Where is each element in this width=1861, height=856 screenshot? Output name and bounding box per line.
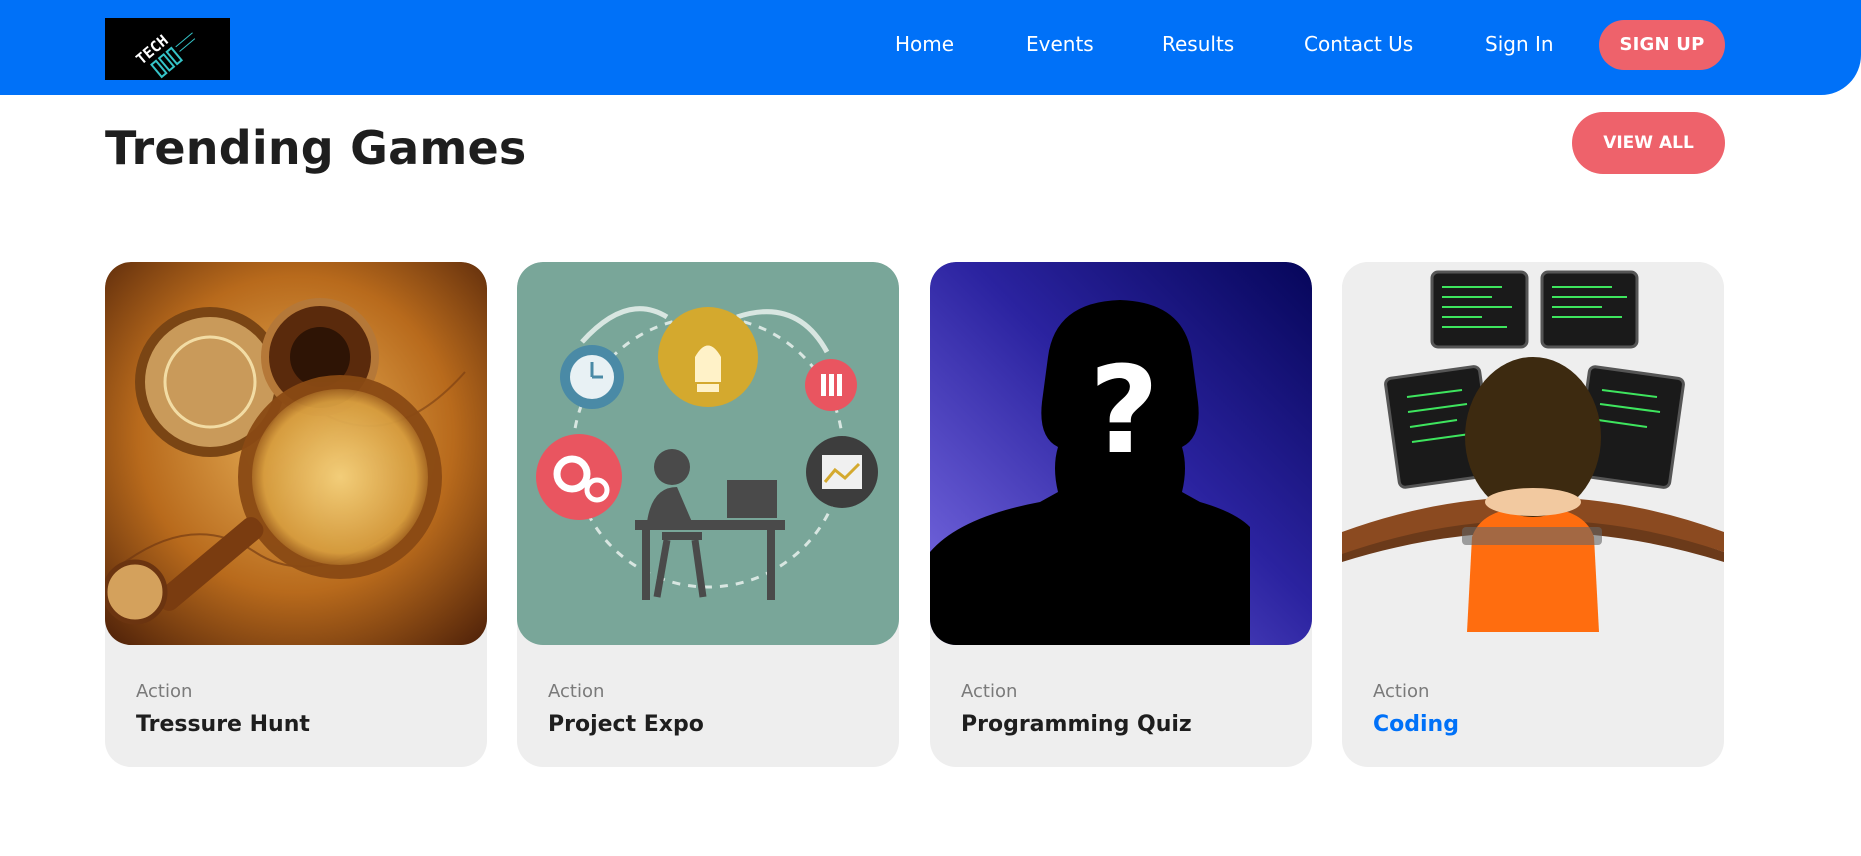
game-card-programming-quiz[interactable]: ? Action Programming Quiz: [930, 262, 1312, 767]
game-category: Action: [1373, 681, 1430, 702]
main-nav: Home Events Results Contact Us Sign In: [0, 0, 1861, 90]
game-card-project-expo[interactable]: Action Project Expo: [517, 262, 899, 767]
game-title[interactable]: Tressure Hunt: [136, 710, 310, 740]
nav-sign-in[interactable]: Sign In: [1485, 31, 1554, 57]
game-thumbnail[interactable]: [105, 262, 487, 645]
game-title[interactable]: Project Expo: [548, 710, 704, 740]
game-category: Action: [548, 681, 605, 702]
svg-text:?: ?: [1089, 342, 1159, 481]
game-thumbnail[interactable]: [517, 262, 899, 645]
game-thumbnail[interactable]: ?: [930, 262, 1312, 645]
project-workflow-illustration-icon: [517, 262, 899, 645]
game-card-treasure-hunt[interactable]: Action Tressure Hunt: [105, 262, 487, 767]
game-thumbnail[interactable]: [1342, 262, 1724, 645]
programmer-at-monitors-icon: [1342, 262, 1724, 645]
nav-results[interactable]: Results: [1162, 31, 1234, 57]
sign-up-button[interactable]: SIGN UP: [1599, 20, 1725, 70]
nav-home[interactable]: Home: [895, 31, 954, 57]
mystery-silhouette-icon: ?: [930, 262, 1312, 645]
game-title[interactable]: Programming Quiz: [961, 710, 1192, 740]
section-title: Trending Games: [105, 121, 527, 175]
treasure-map-compass-icon: [105, 262, 487, 645]
game-category: Action: [136, 681, 193, 702]
site-header: TECH Home Events Results Contact Us Sign…: [0, 0, 1861, 95]
view-all-button[interactable]: VIEW ALL: [1572, 112, 1725, 174]
nav-contact-us[interactable]: Contact Us: [1304, 31, 1413, 57]
nav-events[interactable]: Events: [1026, 31, 1094, 57]
game-card-coding[interactable]: Action Coding: [1342, 262, 1724, 767]
game-title[interactable]: Coding: [1373, 710, 1459, 740]
game-category: Action: [961, 681, 1018, 702]
